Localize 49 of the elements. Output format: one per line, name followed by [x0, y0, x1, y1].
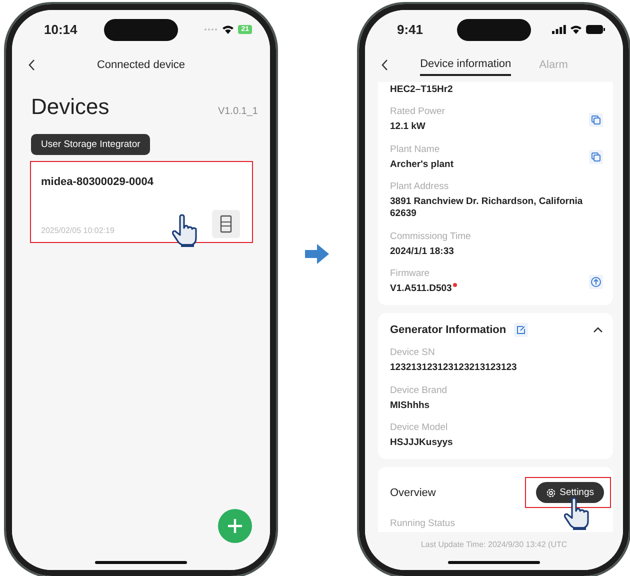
section-title: Generator Information: [390, 324, 506, 336]
field-label: Commissiong Time: [390, 230, 472, 242]
field-value: HEC2–T15Hr2: [390, 84, 453, 96]
edit-icon[interactable]: [514, 323, 528, 338]
role-tag[interactable]: User Storage Integrator: [31, 134, 150, 155]
page-title: Devices: [31, 94, 110, 120]
device-name: midea-80300029-0004: [41, 176, 155, 188]
settings-button[interactable]: Settings: [536, 482, 604, 504]
field-label: Device SN: [390, 347, 436, 358]
tab[interactable]: Device information: [420, 54, 512, 76]
field-label: Plant Address: [390, 181, 450, 192]
battery-cabinet-icon: [212, 210, 240, 238]
screen-title: Connected device: [96, 59, 186, 71]
signal-icon: [552, 24, 566, 34]
field-value: HSJJJKusyys: [390, 437, 454, 450]
battery-icon: [586, 24, 605, 34]
field-value: V1.A511.D503: [390, 283, 452, 296]
status-time: 9:41: [397, 22, 424, 36]
back-icon[interactable]: [381, 59, 389, 71]
wifi-icon: [222, 24, 234, 34]
field-label: Device Brand: [390, 384, 448, 396]
device-timestamp: 2025/02/05 10:02:19: [41, 226, 114, 235]
upload-icon[interactable]: [589, 274, 603, 289]
copy-icon[interactable]: [589, 113, 603, 128]
field-value: 12.1 kW: [390, 121, 426, 134]
signal-dots-icon: [204, 28, 218, 30]
field-value: 2024/1/1 18:33: [390, 246, 454, 258]
version-label: V1.0.1_1: [218, 106, 258, 117]
chevron-icon[interactable]: [593, 327, 603, 334]
pointing-hand-icon: [563, 497, 591, 532]
section-title: Overview: [390, 486, 436, 499]
field-value: MIShhhs: [390, 400, 431, 412]
pointing-hand-icon: [171, 214, 199, 248]
field-value: 123213123123123213123123: [390, 362, 518, 375]
field-label: Running Status: [390, 518, 456, 530]
field-label: Device Model: [390, 422, 449, 434]
field-label: Plant Name: [390, 144, 441, 155]
wifi-icon: [570, 24, 582, 34]
field-value: Archer's plant: [390, 158, 454, 172]
add-button[interactable]: [218, 509, 252, 543]
last-update-text: Last Update Time: 2024/9/30 13:42 (UTC: [420, 539, 568, 551]
status-time: 10:14: [44, 22, 78, 36]
field-label: Firmware: [390, 268, 431, 280]
back-icon[interactable]: [28, 59, 36, 71]
field-label: Rated Power: [390, 106, 446, 118]
field-value: 3891 Ranchview Dr. Richardson, California 62639: [390, 196, 584, 221]
settings-icon: [546, 488, 556, 498]
right-arrow-icon: [305, 244, 329, 264]
copy-icon[interactable]: [589, 150, 603, 164]
